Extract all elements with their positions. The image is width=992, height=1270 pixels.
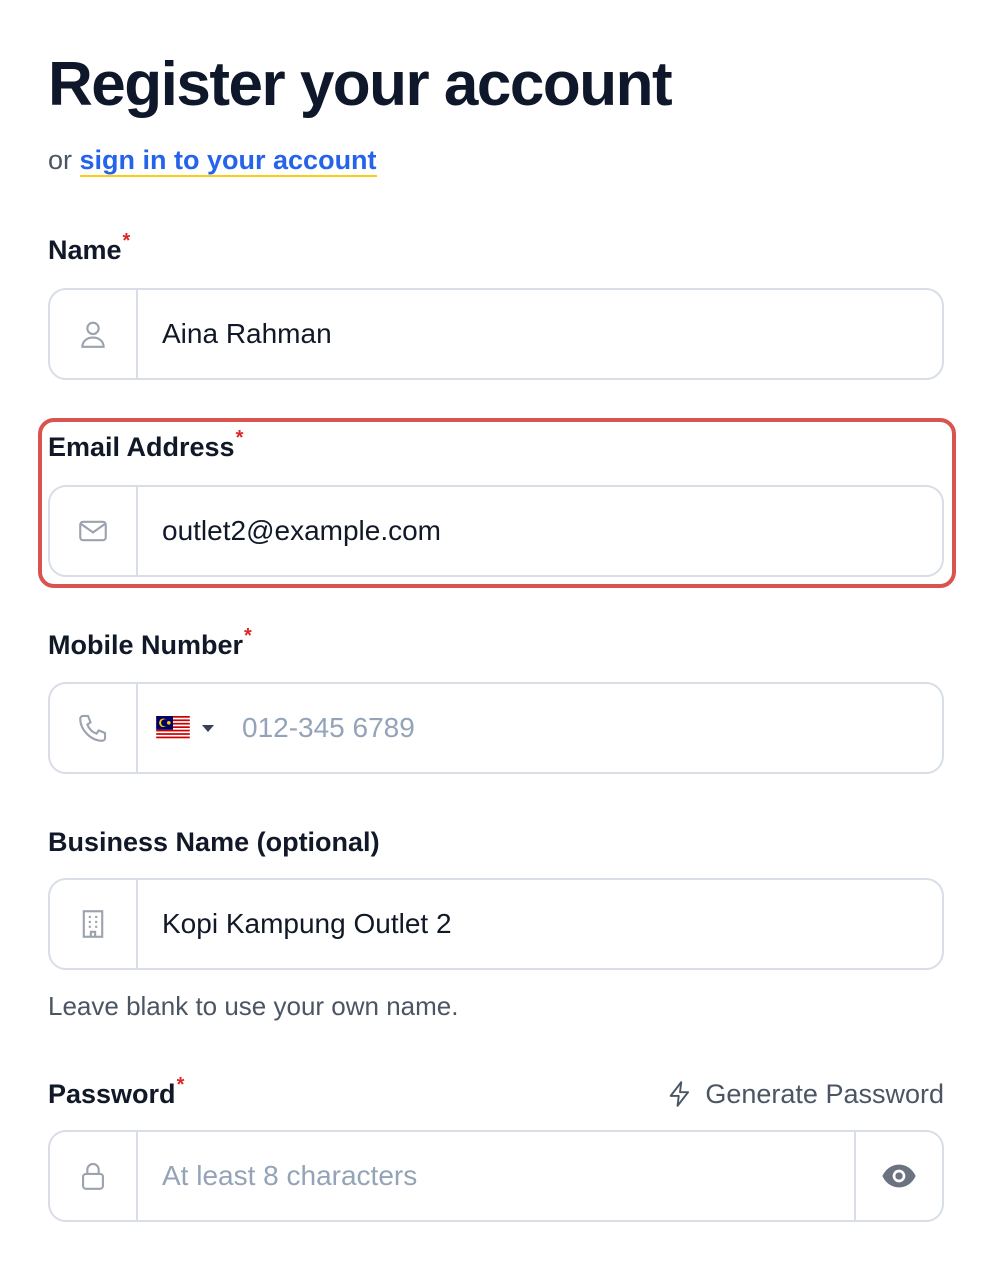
building-icon (50, 880, 138, 968)
password-label: Password* (48, 1074, 185, 1114)
mobile-label: Mobile Number* (48, 625, 252, 665)
sign-in-link[interactable]: sign in to your account (79, 145, 377, 177)
business-label-text: Business Name (optional) (48, 827, 380, 857)
mobile-label-text: Mobile Number (48, 630, 244, 660)
email-input[interactable]: outlet2@example.com (138, 487, 942, 575)
lock-icon (50, 1132, 138, 1220)
eye-icon (882, 1164, 916, 1188)
phone-icon (50, 684, 138, 772)
name-input[interactable]: Aina Rahman (138, 290, 942, 378)
country-selector[interactable] (156, 684, 214, 772)
mobile-field[interactable]: 012-345 6789 (48, 682, 944, 774)
required-mark: * (244, 625, 252, 647)
required-mark: * (176, 1074, 185, 1096)
business-hint: Leave blank to use your own name. (48, 991, 459, 1021)
email-label-text: Email Address (48, 432, 235, 462)
business-label: Business Name (optional) (48, 825, 380, 859)
chevron-down-icon (202, 724, 214, 732)
required-mark: * (235, 427, 244, 449)
generate-password-label: Generate Password (705, 1079, 944, 1109)
password-field[interactable]: At least 8 characters (48, 1130, 944, 1222)
email-label: Email Address* (48, 427, 244, 467)
user-icon (50, 290, 138, 378)
lightning-icon (670, 1081, 690, 1107)
mail-icon (50, 487, 138, 575)
business-input[interactable]: Kopi Kampung Outlet 2 (138, 880, 942, 968)
subtitle: or sign in to your account (48, 143, 377, 177)
required-mark: * (122, 230, 131, 252)
page-title: Register your account (48, 50, 673, 119)
password-label-text: Password (48, 1079, 176, 1109)
name-field[interactable]: Aina Rahman (48, 288, 944, 380)
name-label-text: Name (48, 235, 122, 265)
subtitle-prefix: or (48, 145, 73, 175)
mobile-input[interactable]: 012-345 6789 (214, 684, 942, 772)
business-field[interactable]: Kopi Kampung Outlet 2 (48, 878, 944, 970)
generate-password-button[interactable]: Generate Password (665, 1077, 944, 1111)
password-input[interactable]: At least 8 characters (138, 1132, 854, 1220)
name-label: Name* (48, 230, 131, 270)
malaysia-flag-icon (156, 716, 190, 740)
email-field[interactable]: outlet2@example.com (48, 485, 944, 577)
show-password-button[interactable] (854, 1132, 942, 1220)
